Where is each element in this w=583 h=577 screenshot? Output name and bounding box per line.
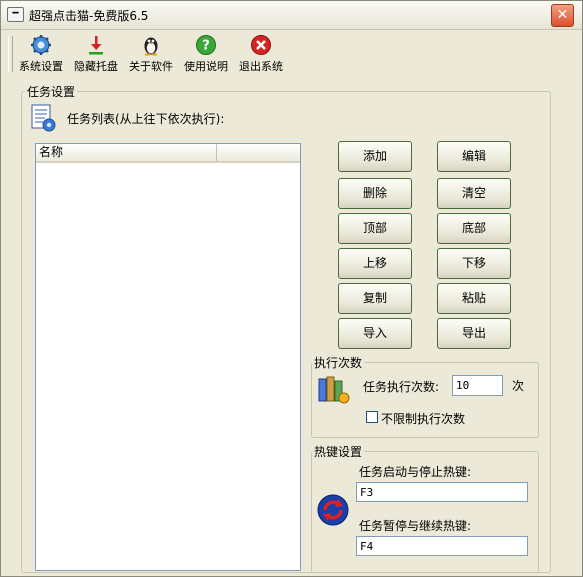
- main-window: ━ 超强点击猫-免费版6.5 ✕ 系统设置 隐藏托盘 关于软件 ? 使用说明 退…: [0, 0, 583, 577]
- pause-resume-hotkey-label: 任务暂停与继续热键:: [359, 519, 472, 533]
- import-button[interactable]: 导入: [338, 318, 412, 349]
- exec-count-title: 执行次数: [312, 354, 365, 371]
- unlimited-checkbox[interactable]: [366, 411, 378, 423]
- edit-button[interactable]: 编辑: [437, 141, 511, 172]
- move-up-button[interactable]: 上移: [338, 248, 412, 279]
- system-menu-icon[interactable]: ━: [7, 7, 24, 22]
- close-button[interactable]: ✕: [551, 4, 574, 27]
- help-button[interactable]: ? 使用说明: [180, 34, 232, 76]
- exit-label: 退出系统: [239, 60, 283, 73]
- document-list-icon: [31, 104, 56, 132]
- task-list[interactable]: 名称: [35, 143, 301, 571]
- exec-count-input[interactable]: 10: [452, 375, 503, 396]
- move-down-button[interactable]: 下移: [437, 248, 511, 279]
- hotkey-title: 热键设置: [312, 443, 365, 460]
- export-button[interactable]: 导出: [437, 318, 511, 349]
- gear-icon: [31, 35, 51, 55]
- system-settings-label: 系统设置: [19, 60, 63, 73]
- about-button[interactable]: 关于软件: [125, 34, 177, 76]
- help-label: 使用说明: [184, 60, 228, 73]
- column-header-name[interactable]: 名称: [36, 144, 217, 161]
- delete-button[interactable]: 删除: [338, 178, 412, 209]
- move-bottom-button[interactable]: 底部: [437, 213, 511, 244]
- add-button[interactable]: 添加: [338, 141, 412, 172]
- exec-count-label: 任务执行次数:: [363, 380, 440, 394]
- column-header-blank[interactable]: [218, 144, 300, 161]
- paste-button[interactable]: 粘贴: [437, 283, 511, 314]
- exit-icon: [251, 35, 271, 55]
- task-settings-title: 任务设置: [25, 83, 78, 100]
- move-top-button[interactable]: 顶部: [338, 213, 412, 244]
- system-settings-button[interactable]: 系统设置: [15, 34, 67, 76]
- help-icon: ?: [196, 35, 216, 55]
- unlimited-label[interactable]: 不限制执行次数: [381, 410, 465, 427]
- about-label: 关于软件: [129, 60, 173, 73]
- task-list-header: 名称: [36, 144, 300, 163]
- toolbar-grip[interactable]: [8, 36, 13, 72]
- penguin-icon: [144, 37, 158, 56]
- copy-button[interactable]: 复制: [338, 283, 412, 314]
- exit-button[interactable]: 退出系统: [235, 34, 287, 76]
- clear-button[interactable]: 清空: [437, 178, 511, 209]
- exec-count-unit: 次: [512, 379, 525, 393]
- hide-tray-button[interactable]: 隐藏托盘: [70, 34, 122, 76]
- hide-tray-label: 隐藏托盘: [74, 60, 118, 73]
- toolbar: 系统设置 隐藏托盘 关于软件 ? 使用说明 退出系统: [5, 32, 580, 77]
- window-title: 超强点击猫-免费版6.5: [29, 9, 149, 23]
- download-icon: [89, 36, 103, 55]
- books-icon: [318, 376, 350, 404]
- title-bar[interactable]: ━ 超强点击猫-免费版6.5 ✕: [1, 1, 582, 30]
- start-stop-hotkey-input[interactable]: F3: [356, 482, 528, 502]
- refresh-icon: [317, 494, 349, 526]
- pause-resume-hotkey-input[interactable]: F4: [356, 536, 528, 556]
- svg-text:?: ?: [202, 39, 210, 54]
- task-list-caption: 任务列表(从上往下依次执行):: [67, 112, 225, 126]
- start-stop-hotkey-label: 任务启动与停止热键:: [359, 465, 472, 479]
